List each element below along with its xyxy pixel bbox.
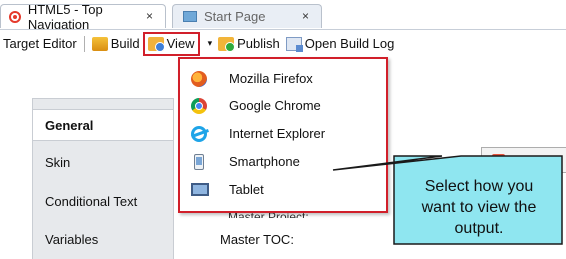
sidebar-item-general[interactable]: General xyxy=(33,109,173,141)
start-page-icon xyxy=(183,11,197,22)
tablet-icon xyxy=(191,183,209,196)
tab-start-page[interactable]: Start Page × xyxy=(172,4,322,28)
close-icon[interactable]: × xyxy=(146,9,153,23)
menu-item-label: Smartphone xyxy=(229,154,300,169)
view-label: View xyxy=(166,36,195,51)
html5-button[interactable]: HTML5 xyxy=(481,147,566,173)
chevron-down-icon: ▾ xyxy=(207,38,213,48)
open-build-log-label: Open Build Log xyxy=(304,36,395,51)
build-log-icon xyxy=(285,36,303,52)
tab-label: HTML5 - Top Navigation xyxy=(27,1,103,32)
html5-button-label: HTML5 xyxy=(511,152,554,168)
open-build-log-button[interactable]: Open Build Log xyxy=(283,33,398,55)
document-tab-strip: HTML5 - Top Navigation × Start Page × xyxy=(0,0,566,32)
sidebar-item-conditional-text[interactable]: Conditional Text xyxy=(33,185,173,217)
menu-item-smartphone[interactable]: Smartphone xyxy=(180,148,386,175)
firefox-icon xyxy=(191,70,207,87)
build-icon xyxy=(91,36,108,51)
menu-item-internet-explorer[interactable]: Internet Explorer xyxy=(180,120,386,147)
sidebar-item-label: Variables xyxy=(45,231,99,247)
smartphone-icon xyxy=(194,153,204,170)
chrome-icon xyxy=(191,97,207,114)
menu-item-label: Tablet xyxy=(229,182,264,197)
internet-explorer-icon xyxy=(191,125,207,142)
publish-icon xyxy=(218,36,236,52)
sidebar-item-label: General xyxy=(45,117,94,133)
view-button[interactable]: View xyxy=(142,31,200,56)
sidebar-item-skin[interactable]: Skin xyxy=(33,146,173,178)
tab-label: Start Page xyxy=(204,9,266,24)
view-dropdown-arrow[interactable]: ▾ xyxy=(200,33,216,55)
toolbar: Target Editor Build View ▾ Publish Open … xyxy=(0,29,566,57)
callout-line: output. xyxy=(454,220,504,237)
menu-item-mozilla-firefox[interactable]: Mozilla Firefox xyxy=(180,65,386,92)
html5-icon xyxy=(492,153,507,169)
publish-label: Publish xyxy=(237,36,280,51)
menu-item-label: Mozilla Firefox xyxy=(229,71,313,86)
sidebar-item-variables[interactable]: Variables xyxy=(33,223,173,255)
sidebar-item-label: Conditional Text xyxy=(45,193,138,209)
target-editor-sidebar: General Skin Conditional Text Variables xyxy=(32,98,174,259)
menu-item-google-chrome[interactable]: Google Chrome xyxy=(180,92,386,119)
html5-target-icon xyxy=(9,10,21,23)
close-icon[interactable]: × xyxy=(302,9,309,23)
callout-text: Select how you want to view the output. xyxy=(394,176,564,239)
callout-line: want to view the xyxy=(421,199,537,216)
view-icon xyxy=(147,36,165,52)
toolbar-divider xyxy=(83,35,85,52)
callout-line: Select how you xyxy=(424,178,534,195)
sidebar-item-label: Skin xyxy=(45,154,71,170)
target-editor-label: Target Editor xyxy=(3,36,77,51)
menu-item-label: Google Chrome xyxy=(229,98,321,113)
master-toc-label: Master TOC: xyxy=(220,232,294,247)
build-label: Build xyxy=(110,36,140,51)
menu-item-tablet[interactable]: Tablet xyxy=(180,176,386,203)
tab-html5-top-navigation[interactable]: HTML5 - Top Navigation × xyxy=(0,2,166,32)
menu-item-label: Internet Explorer xyxy=(229,126,326,141)
build-button[interactable]: Build xyxy=(89,33,143,55)
publish-button[interactable]: Publish xyxy=(215,33,283,55)
view-dropdown-menu: Mozilla Firefox Google Chrome Internet E… xyxy=(178,57,388,213)
